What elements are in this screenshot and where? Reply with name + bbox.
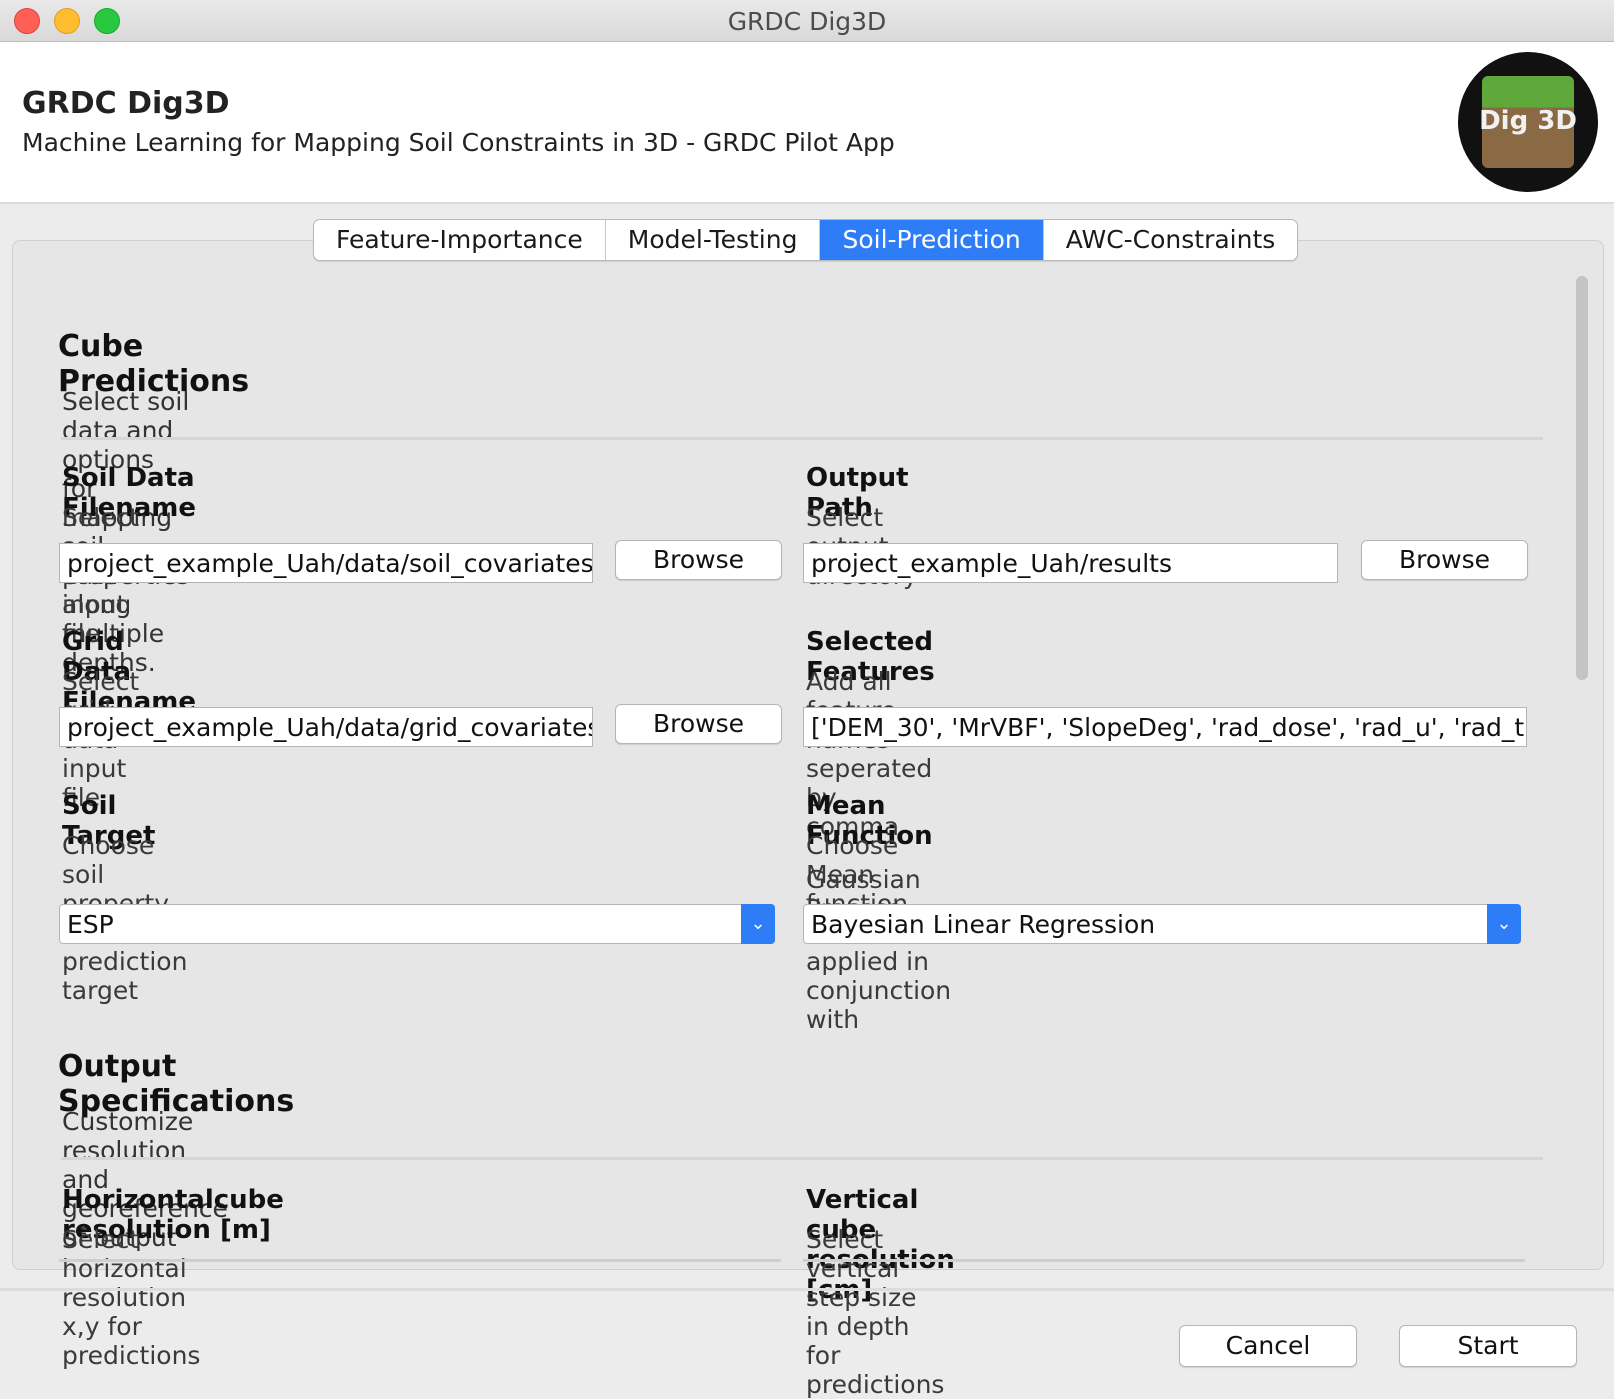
output-path-input[interactable]: project_example_Uah/results: [803, 543, 1338, 583]
horizontal-resolution-desc: Select horizontal resolution x,y for pre…: [62, 1225, 201, 1370]
tab-feature-importance[interactable]: Feature-Importance: [314, 220, 606, 260]
soil-target-value: ESP: [67, 910, 114, 939]
horizontal-resolution-input[interactable]: [59, 1259, 781, 1262]
window-title: GRDC Dig3D: [727, 7, 887, 36]
logo-text: Dig 3D: [1479, 106, 1577, 136]
chevron-down-icon: ⌄: [1487, 904, 1521, 944]
section-divider: [61, 1157, 1543, 1160]
tab-model-testing[interactable]: Model-Testing: [606, 220, 821, 260]
tab-awc-constraints[interactable]: AWC-Constraints: [1044, 220, 1298, 260]
app-header: GRDC Dig3D Machine Learning for Mapping …: [0, 42, 1614, 204]
grid-data-browse-button[interactable]: Browse: [615, 704, 782, 744]
soil-data-filename-input[interactable]: project_example_Uah/data/soil_covariates…: [59, 543, 593, 583]
soil-data-browse-button[interactable]: Browse: [615, 540, 782, 580]
output-path-browse-button[interactable]: Browse: [1361, 540, 1528, 580]
title-bar: GRDC Dig3D: [0, 0, 1614, 42]
chevron-down-icon: ⌄: [741, 904, 775, 944]
mean-function-select[interactable]: Bayesian Linear Regression ⌄: [803, 904, 1521, 944]
grid-data-filename-input[interactable]: project_example_Uah/data/grid_covariates…: [59, 707, 593, 747]
footer-divider: [0, 1288, 1614, 1291]
mean-function-value: Bayesian Linear Regression: [811, 910, 1156, 939]
vertical-resolution-input[interactable]: [803, 1259, 1525, 1262]
tab-soil-prediction[interactable]: Soil-Prediction: [820, 220, 1044, 260]
app-name: GRDC Dig3D: [22, 86, 230, 121]
start-button[interactable]: Start: [1399, 1325, 1577, 1367]
section-divider: [61, 437, 1543, 440]
selected-features-input[interactable]: ['DEM_30', 'MrVBF', 'SlopeDeg', 'rad_dos…: [803, 707, 1527, 747]
soil-target-select[interactable]: ESP ⌄: [59, 904, 775, 944]
app-logo: Dig 3D: [1458, 52, 1598, 192]
app-subtitle: Machine Learning for Mapping Soil Constr…: [22, 128, 895, 157]
vertical-resolution-desc: Select vertical step size in depth for p…: [806, 1225, 945, 1399]
vertical-scrollbar[interactable]: [1576, 276, 1588, 680]
cancel-button[interactable]: Cancel: [1179, 1325, 1357, 1367]
tab-bar: Feature-Importance Model-Testing Soil-Pr…: [313, 219, 1299, 261]
